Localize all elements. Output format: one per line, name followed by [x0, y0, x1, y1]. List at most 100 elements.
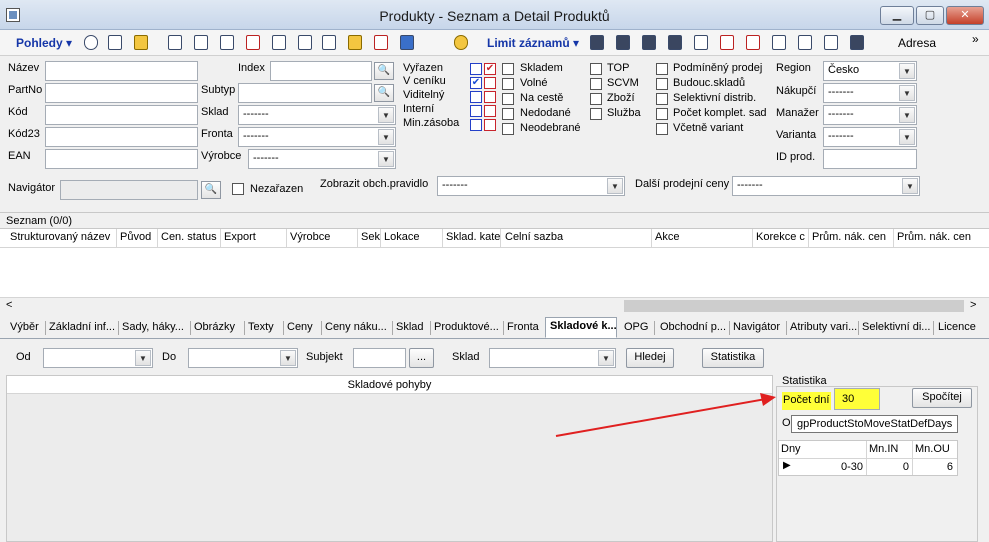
navigator-input[interactable] — [60, 180, 198, 200]
transfer-icon[interactable] — [720, 35, 734, 50]
col-header[interactable]: Sklad. kate — [446, 231, 500, 243]
vyrazen-yes-checkbox[interactable] — [470, 63, 482, 75]
delete-icon[interactable] — [246, 35, 260, 50]
min-zasoba-no-checkbox[interactable] — [484, 119, 496, 131]
grid-icon[interactable] — [798, 35, 812, 50]
col-header[interactable]: Celní sazba — [505, 231, 563, 243]
stat-col-out[interactable]: Mn.OU — [915, 443, 950, 455]
tab-produktove[interactable]: Produktové... — [434, 319, 499, 337]
binoculars-icon[interactable] — [616, 35, 630, 50]
tab-obrazky[interactable]: Obrázky — [194, 319, 235, 337]
stat-col-in[interactable]: Mn.IN — [869, 443, 898, 455]
id-prod-input[interactable] — [823, 149, 917, 169]
users-icon[interactable] — [590, 35, 604, 50]
tab-sklad[interactable]: Sklad — [396, 319, 424, 337]
nedodane-checkbox[interactable] — [502, 108, 514, 120]
na-ceste-checkbox[interactable] — [502, 93, 514, 105]
statistika-grid[interactable]: Dny Mn.IN Mn.OU ▶ 0-30 0 6 — [778, 440, 958, 476]
export-icon[interactable] — [374, 35, 388, 50]
horizontal-scrollbar[interactable]: < > — [0, 297, 989, 314]
toolbar-overflow[interactable]: » — [972, 32, 979, 46]
region-select[interactable]: Česko ▼ — [823, 61, 917, 81]
tab-zakladni[interactable]: Základní inf... — [49, 319, 115, 337]
interni-yes-checkbox[interactable] — [470, 105, 482, 117]
obch-pravidlo-select[interactable]: ------- ▼ — [437, 176, 625, 196]
transfer-out-icon[interactable] — [746, 35, 760, 50]
min-zasoba-yes-checkbox[interactable] — [470, 119, 482, 131]
tab-selektivni[interactable]: Selektivní di... — [862, 319, 930, 337]
tab-navigator[interactable]: Navigátor — [733, 319, 780, 337]
tab-texty[interactable]: Texty — [248, 319, 274, 337]
tab-sady[interactable]: Sady, háky... — [122, 319, 184, 337]
ean-input[interactable] — [45, 149, 198, 169]
pocet-komplet-checkbox[interactable] — [656, 108, 668, 120]
do-date-select[interactable]: ▼ — [188, 348, 298, 368]
delivery-icon[interactable] — [668, 35, 682, 50]
folder-icon[interactable] — [348, 35, 362, 50]
varianta-select[interactable]: ------- ▼ — [823, 127, 917, 147]
col-header[interactable]: Prům. nák. cen — [897, 231, 971, 243]
funnel-icon[interactable] — [168, 35, 182, 50]
tab-ceny[interactable]: Ceny — [287, 319, 313, 337]
od-date-select[interactable]: ▼ — [43, 348, 153, 368]
limit-zaznamu-button[interactable]: Limit záznamů ▾ — [487, 36, 579, 50]
tab-obchodni[interactable]: Obchodní p... — [660, 319, 726, 337]
selektivni-checkbox[interactable] — [656, 93, 668, 105]
nezarazen-checkbox[interactable] — [232, 183, 244, 195]
interni-no-checkbox[interactable] — [484, 105, 496, 117]
tab-vyber[interactable]: Výběr — [10, 319, 39, 337]
podmineny-checkbox[interactable] — [656, 63, 668, 75]
subjekt-browse-button[interactable]: ... — [409, 348, 434, 368]
scroll-left-icon[interactable]: < — [6, 299, 12, 311]
spocitej-button[interactable]: Spočítej — [912, 388, 972, 408]
index-search-icon[interactable]: 🔍 — [374, 62, 394, 80]
maximize-button[interactable]: ▢ — [916, 6, 944, 25]
close-button[interactable]: ✕ — [946, 6, 984, 25]
vcetne-variant-checkbox[interactable] — [656, 123, 668, 135]
fronta-select[interactable]: ------- ▼ — [238, 127, 396, 147]
viditelny-yes-checkbox[interactable] — [470, 91, 482, 103]
statistika-button[interactable]: Statistika — [702, 348, 764, 368]
vyrobce-select[interactable]: ------- ▼ — [248, 149, 396, 169]
monitor-icon[interactable] — [772, 35, 786, 50]
col-header[interactable]: Strukturovaný název — [10, 231, 110, 243]
skladem-checkbox[interactable] — [502, 63, 514, 75]
sluzba-checkbox[interactable] — [590, 108, 602, 120]
scroll-thumb[interactable] — [624, 300, 964, 312]
minimize-button[interactable]: ▁ — [880, 6, 914, 25]
nazev-input[interactable] — [45, 61, 198, 81]
col-header[interactable]: Výrobce — [290, 231, 330, 243]
tab-fronta[interactable]: Fronta — [507, 319, 539, 337]
subtyp-input[interactable] — [238, 83, 372, 103]
subtyp-search-icon[interactable]: 🔍 — [374, 84, 394, 102]
pocet-dni-input[interactable]: 30 — [834, 388, 880, 410]
volne-checkbox[interactable] — [502, 78, 514, 90]
col-header[interactable]: Prům. nák. cen — [812, 231, 886, 243]
people-icon[interactable] — [824, 35, 838, 50]
col-header[interactable]: Lokace — [384, 231, 419, 243]
tab-skladove-karty[interactable]: Skladové k... — [545, 317, 617, 338]
copy-icon[interactable] — [108, 35, 122, 50]
skladove-pohyby-grid[interactable]: Skladové pohyby — [6, 375, 773, 542]
index-input[interactable] — [270, 61, 372, 81]
tab-atributy[interactable]: Atributy vari... — [790, 319, 857, 337]
list-icon[interactable] — [400, 35, 414, 50]
check-icon[interactable] — [298, 35, 312, 50]
top-checkbox[interactable] — [590, 63, 602, 75]
sklad-detail-select[interactable]: ▼ — [489, 348, 616, 368]
product-grid[interactable]: Strukturovaný název Původ Cen. status Ex… — [0, 229, 989, 297]
v-ceniku-no-checkbox[interactable] — [484, 77, 496, 89]
calendar-icon[interactable] — [322, 35, 336, 50]
scroll-right-icon[interactable]: > — [970, 299, 976, 311]
refresh-icon[interactable] — [272, 35, 286, 50]
navigator-search-icon[interactable]: 🔍 — [201, 181, 221, 199]
vyrazen-no-checkbox[interactable]: ✔ — [484, 63, 496, 75]
nakupci-select[interactable]: ------- ▼ — [823, 83, 917, 103]
hledej-button[interactable]: Hledej — [626, 348, 674, 368]
adresa-button[interactable]: Adresa — [898, 36, 936, 50]
sklad-select[interactable]: ------- ▼ — [238, 105, 396, 125]
dalsi-ceny-select[interactable]: ------- ▼ — [732, 176, 920, 196]
budouc-checkbox[interactable] — [656, 78, 668, 90]
col-header[interactable]: Cen. status — [161, 231, 217, 243]
filter-icon[interactable] — [84, 35, 98, 50]
